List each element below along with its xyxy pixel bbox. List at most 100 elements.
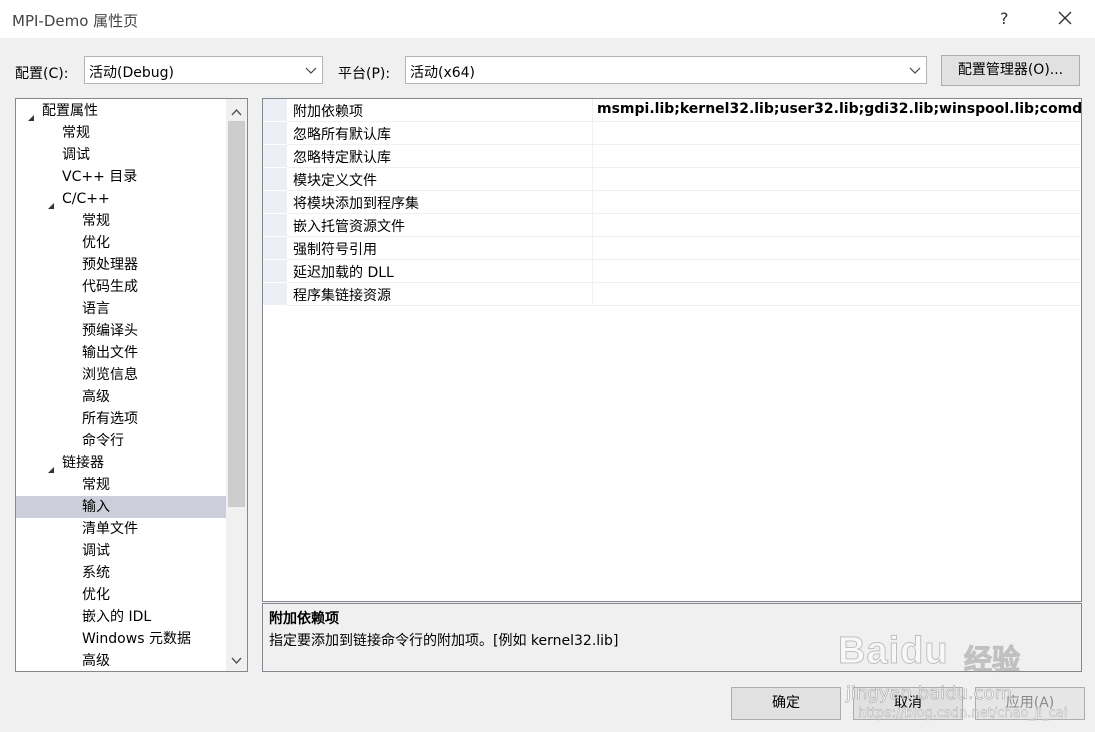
tree-item[interactable]: 系统: [16, 562, 226, 584]
tree-item[interactable]: VC++ 目录: [16, 166, 226, 188]
row-divider: [287, 305, 1081, 306]
tree-item-label: 配置属性: [42, 103, 98, 119]
help-button[interactable]: ?: [1000, 9, 1009, 28]
tree-item-label: 代码生成: [82, 279, 138, 295]
tree-item-label: 输出文件: [82, 345, 138, 361]
tree-item-label: 所有选项: [82, 411, 138, 427]
tree-item-label: 浏览信息: [82, 367, 138, 383]
property-name: 延迟加载的 DLL: [293, 265, 394, 281]
tree-item-label: 嵌入的 IDL: [82, 609, 152, 625]
tree-item-label: 调试: [62, 147, 90, 163]
row-gutter: [263, 214, 287, 236]
row-gutter: [263, 191, 287, 213]
tree-item-label: 高级: [82, 389, 110, 405]
property-row[interactable]: 忽略所有默认库: [263, 122, 1081, 145]
tree-item[interactable]: 调试: [16, 540, 226, 562]
tree-item-label: VC++ 目录: [62, 169, 138, 185]
config-dropdown-value: 活动(Debug): [89, 65, 174, 81]
tree-item-label: 调试: [82, 543, 110, 559]
watermark-brand: Baidu: [838, 630, 949, 673]
property-row[interactable]: 将模块添加到程序集: [263, 191, 1081, 214]
expanded-triangle-icon[interactable]: [27, 107, 35, 121]
platform-dropdown[interactable]: 活动(x64): [405, 56, 927, 84]
tree-item-label: 优化: [82, 587, 110, 603]
tree-item-label: 常规: [82, 477, 110, 493]
baidu-watermark: Baidu 经验: [838, 612, 1038, 682]
row-gutter: [263, 237, 287, 259]
tree-item[interactable]: 配置属性: [16, 100, 226, 122]
chevron-down-icon: [908, 64, 922, 78]
column-divider: [592, 99, 593, 122]
tree-item[interactable]: 高级: [16, 650, 226, 671]
property-name: 程序集链接资源: [293, 288, 391, 304]
title-bar: MPI-Demo 属性页 ?: [0, 0, 1095, 38]
column-divider: [592, 237, 593, 260]
property-row[interactable]: 附加依赖项 msmpi.lib;kernel32.lib;user32.lib;g…: [263, 99, 1081, 122]
tree-item[interactable]: 常规: [16, 122, 226, 144]
property-row[interactable]: 模块定义文件: [263, 168, 1081, 191]
tree-item[interactable]: 预编译头: [16, 320, 226, 342]
tree-item[interactable]: 浏览信息: [16, 364, 226, 386]
tree-item[interactable]: 命令行: [16, 430, 226, 452]
property-row[interactable]: 忽略特定默认库: [263, 145, 1081, 168]
tree-item[interactable]: 语言: [16, 298, 226, 320]
column-divider: [592, 214, 593, 237]
expanded-triangle-icon[interactable]: [47, 195, 55, 209]
tree-item-label: 系统: [82, 565, 110, 581]
property-name: 强制符号引用: [293, 242, 377, 258]
tree-item[interactable]: 所有选项: [16, 408, 226, 430]
tree-item[interactable]: 清单文件: [16, 518, 226, 540]
tree-item-label: 命令行: [82, 433, 124, 449]
tree-item[interactable]: 调试: [16, 144, 226, 166]
config-dropdown[interactable]: 活动(Debug): [84, 56, 323, 84]
property-row[interactable]: 程序集链接资源: [263, 283, 1081, 306]
tree-item[interactable]: 输出文件: [16, 342, 226, 364]
property-row[interactable]: 嵌入托管资源文件: [263, 214, 1081, 237]
tree-item[interactable]: C/C++: [16, 188, 226, 210]
row-gutter: [263, 168, 287, 190]
row-gutter: [263, 99, 287, 121]
tree-item-label: 语言: [82, 301, 110, 317]
row-gutter: [263, 145, 287, 167]
column-divider: [592, 168, 593, 191]
property-grid[interactable]: 附加依赖项 msmpi.lib;kernel32.lib;user32.lib;g…: [262, 98, 1082, 602]
tree-item[interactable]: 优化: [16, 584, 226, 606]
tree-item[interactable]: 链接器: [16, 452, 226, 474]
watermark-url: jingyan.baidu.com: [846, 683, 1013, 705]
property-row[interactable]: 延迟加载的 DLL: [263, 260, 1081, 283]
close-icon[interactable]: [1052, 4, 1078, 32]
tree-item[interactable]: Windows 元数据: [16, 628, 226, 650]
scroll-down-icon[interactable]: [231, 653, 242, 669]
column-divider: [592, 260, 593, 283]
tree-item-label: 优化: [82, 235, 110, 251]
tree-item[interactable]: 常规: [16, 474, 226, 496]
column-divider: [592, 122, 593, 145]
property-name: 模块定义文件: [293, 173, 377, 189]
property-name: 忽略所有默认库: [293, 127, 391, 143]
scroll-up-icon[interactable]: [231, 104, 242, 120]
scrollbar-thumb[interactable]: [228, 121, 245, 507]
tree-item[interactable]: 优化: [16, 232, 226, 254]
tree-item-label: 常规: [62, 125, 90, 141]
tree-item[interactable]: 代码生成: [16, 276, 226, 298]
tree-item[interactable]: 高级: [16, 386, 226, 408]
ok-button[interactable]: 确定: [731, 687, 841, 720]
tree-item[interactable]: 输入: [16, 496, 226, 518]
tree-item-label: 清单文件: [82, 521, 138, 537]
property-name: 附加依赖项: [293, 104, 363, 120]
tree-item[interactable]: 常规: [16, 210, 226, 232]
tree-item-label: 输入: [82, 499, 110, 515]
property-row[interactable]: 强制符号引用: [263, 237, 1081, 260]
config-manager-button[interactable]: 配置管理器(O)...: [941, 55, 1080, 86]
tree-item-label: 预处理器: [82, 257, 138, 273]
tree-scrollbar[interactable]: [226, 99, 247, 671]
property-value[interactable]: msmpi.lib;kernel32.lib;user32.lib;gdi32.…: [597, 101, 1081, 117]
chevron-down-icon: [304, 64, 318, 78]
tree-item-label: 常规: [82, 213, 110, 229]
expanded-triangle-icon[interactable]: [47, 459, 55, 473]
tree-item-label: 链接器: [62, 455, 104, 471]
tree-item[interactable]: 嵌入的 IDL: [16, 606, 226, 628]
property-tree[interactable]: 配置属性 常规 调试 VC++ 目录 C/C++ 常规 优化 预处理器 代码生成 语言 预编译头 输出…: [15, 98, 248, 672]
tree-item[interactable]: 预处理器: [16, 254, 226, 276]
watermark-brand-cn: 经验: [963, 643, 1021, 677]
